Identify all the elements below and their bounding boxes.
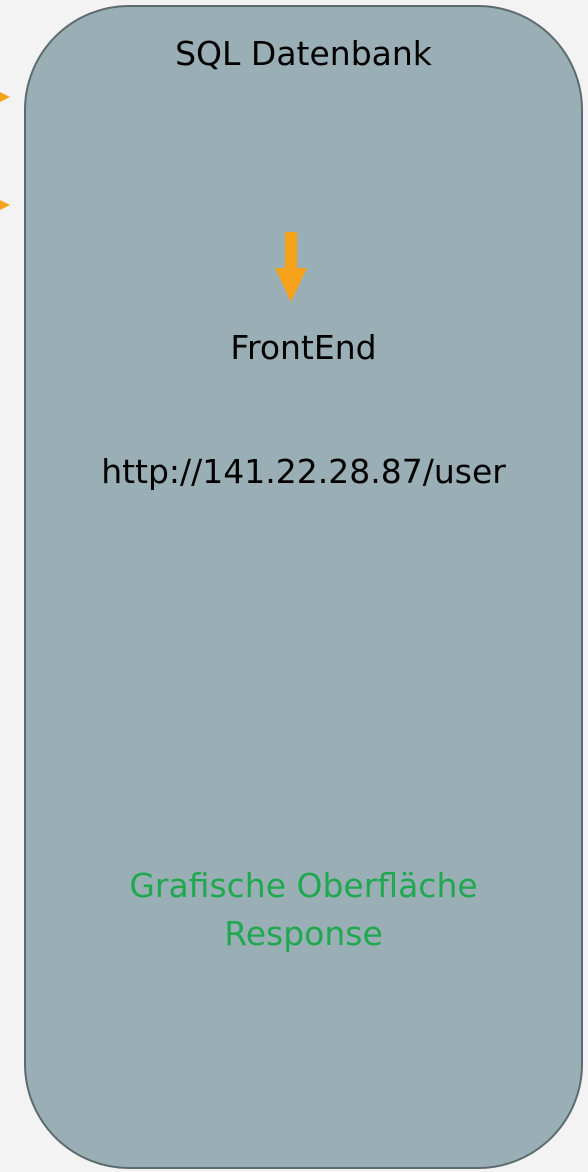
- endpoint-url: http://141.22.28.87/user: [101, 452, 506, 491]
- output-label-line2: Response: [224, 914, 383, 953]
- diagram-canvas: SQL Datenbank FrontEnd http://141.22.28.…: [0, 0, 588, 1172]
- panel-title: SQL Datenbank: [175, 34, 432, 73]
- right-arrow-icon: [0, 92, 10, 102]
- right-arrow-icon: [0, 200, 10, 210]
- output-label-line1: Grafische Oberfläche: [129, 866, 478, 905]
- frontend-label: FrontEnd: [230, 328, 377, 367]
- sql-database-panel: [24, 5, 583, 1169]
